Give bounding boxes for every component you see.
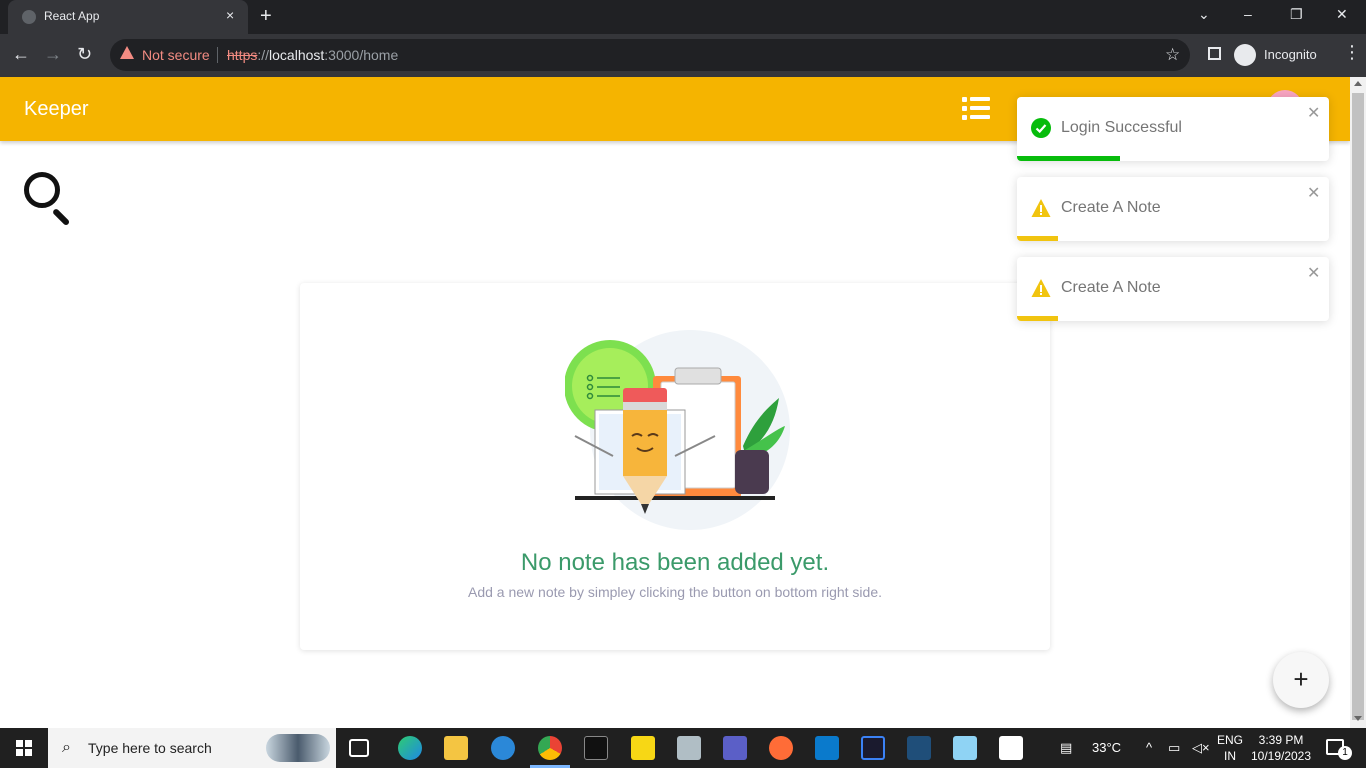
warning-icon <box>1031 199 1051 217</box>
vscode-icon[interactable] <box>815 736 839 760</box>
url-scheme: https <box>227 47 258 63</box>
show-hidden-icons-icon[interactable]: ^ <box>1146 740 1152 755</box>
url-host: localhost <box>269 47 325 63</box>
postman-icon[interactable] <box>769 736 793 760</box>
volume-muted-icon[interactable]: ◁× <box>1192 740 1210 756</box>
app-icon[interactable] <box>953 736 977 760</box>
toast-message: Create A Note <box>1061 279 1161 296</box>
app-logo[interactable]: Keeper <box>24 98 89 121</box>
browser-tabstrip: React App × + ⌄ – ❐ ✕ <box>0 0 1366 34</box>
tab-title: React App <box>44 9 100 23</box>
mysql-workbench-icon[interactable] <box>907 736 931 760</box>
incognito-label: Incognito <box>1264 47 1317 62</box>
security-chip[interactable]: Not secure <box>142 47 210 63</box>
sticky-notes-icon[interactable] <box>631 736 655 760</box>
empty-notes-illustration <box>565 330 790 530</box>
taskbar-search-placeholder: Type here to search <box>88 740 212 756</box>
reload-icon[interactable]: ↻ <box>77 44 92 65</box>
notification-count-badge: 1 <box>1338 746 1352 760</box>
browser-toolbar: ← → ↻ Not secure https://localhost:3000/… <box>0 34 1366 77</box>
scroll-up-arrow-icon[interactable] <box>1354 81 1362 86</box>
weather-temp[interactable]: 33°C <box>1092 740 1121 755</box>
new-tab-button[interactable]: + <box>260 5 272 28</box>
chrome-icon[interactable] <box>538 736 562 760</box>
scroll-down-arrow-icon[interactable] <box>1354 716 1362 721</box>
divider <box>217 47 218 63</box>
scrollbar-thumb[interactable] <box>1352 93 1364 720</box>
url-text[interactable]: https://localhost:3000/home <box>227 47 398 63</box>
tab-close-icon[interactable]: × <box>226 7 234 23</box>
task-view-icon[interactable] <box>349 739 369 757</box>
side-panel-icon[interactable] <box>1208 47 1221 60</box>
toast-progress-bar <box>1017 316 1058 321</box>
toast-progress-bar <box>1017 236 1058 241</box>
clock-date: 10/19/2023 <box>1250 749 1312 763</box>
clock-time: 3:39 PM <box>1258 733 1304 747</box>
search-highlight-image <box>266 734 330 762</box>
weather-icon[interactable]: ▤ <box>1060 740 1072 756</box>
terminal-icon[interactable] <box>584 736 608 760</box>
toast-close-icon[interactable]: ✕ <box>1307 183 1320 203</box>
toast-message: Create A Note <box>1061 199 1161 216</box>
windows-start-icon[interactable] <box>16 740 32 756</box>
toast-login-success[interactable]: Login Successful ✕ <box>1017 97 1329 161</box>
input-language-indicator[interactable]: ENG IN <box>1212 732 1248 764</box>
address-bar[interactable]: Not secure https://localhost:3000/home ☆ <box>110 39 1190 71</box>
empty-state-subtitle: Add a new note by simpley clicking the b… <box>467 584 882 600</box>
toast-create-note[interactable]: Create A Note ✕ <box>1017 177 1329 241</box>
network-icon[interactable]: ▭ <box>1168 740 1180 756</box>
screen: React App × + ⌄ – ❐ ✕ ← → ↻ Not secure h… <box>0 0 1366 768</box>
notepad-icon[interactable] <box>999 736 1023 760</box>
file-explorer-icon[interactable] <box>444 736 468 760</box>
globe-icon <box>22 10 36 24</box>
close-window-button[interactable]: ✕ <box>1336 6 1348 23</box>
search-icon[interactable] <box>24 172 74 227</box>
app-icon[interactable] <box>491 736 515 760</box>
forward-icon[interactable]: → <box>44 44 62 65</box>
incognito-badge[interactable]: Incognito <box>1234 43 1334 67</box>
toast-create-note[interactable]: Create A Note ✕ <box>1017 257 1329 321</box>
add-note-button[interactable]: + <box>1273 652 1329 708</box>
region-code: IN <box>1224 749 1236 763</box>
search-icon: ⌕ <box>62 739 71 756</box>
tab-search-chevron-icon[interactable]: ⌄ <box>1198 6 1210 23</box>
edge-icon[interactable] <box>398 736 422 760</box>
minimize-button[interactable]: – <box>1244 6 1252 22</box>
teams-icon[interactable] <box>723 736 747 760</box>
empty-state-title: No note has been added yet. <box>520 549 830 576</box>
empty-state-card: No note has been added yet. Add a new no… <box>300 283 1050 650</box>
page-scrollbar[interactable] <box>1350 77 1366 728</box>
incognito-icon <box>1234 44 1256 66</box>
intellij-icon[interactable] <box>861 736 885 760</box>
language-code: ENG <box>1216 733 1243 747</box>
list-view-icon[interactable] <box>962 97 990 121</box>
url-scheme-separator: :// <box>257 47 270 63</box>
browser-tab[interactable]: React App × <box>8 0 248 34</box>
toast-message: Login Successful <box>1061 119 1182 136</box>
taskbar-search-box[interactable]: ⌕ Type here to search <box>48 728 336 768</box>
back-icon[interactable]: ← <box>12 44 30 65</box>
toast-close-icon[interactable]: ✕ <box>1307 263 1320 283</box>
warning-icon <box>1031 279 1051 297</box>
restore-button[interactable]: ❐ <box>1290 6 1303 23</box>
menu-kebab-icon[interactable]: ⋮ <box>1343 42 1361 63</box>
check-circle-icon <box>1031 118 1051 138</box>
toast-close-icon[interactable]: ✕ <box>1307 103 1320 123</box>
url-path: :3000/home <box>324 47 399 63</box>
toast-progress-bar <box>1017 156 1120 161</box>
bookmark-star-icon[interactable]: ☆ <box>1165 45 1180 65</box>
taskbar-clock[interactable]: 3:39 PM 10/19/2023 <box>1248 732 1314 764</box>
app-icon[interactable] <box>677 736 701 760</box>
windows-taskbar: ⌕ Type here to search ▤ 33°C ^ ▭ ◁× ENG … <box>0 728 1366 768</box>
warning-icon <box>120 46 134 59</box>
